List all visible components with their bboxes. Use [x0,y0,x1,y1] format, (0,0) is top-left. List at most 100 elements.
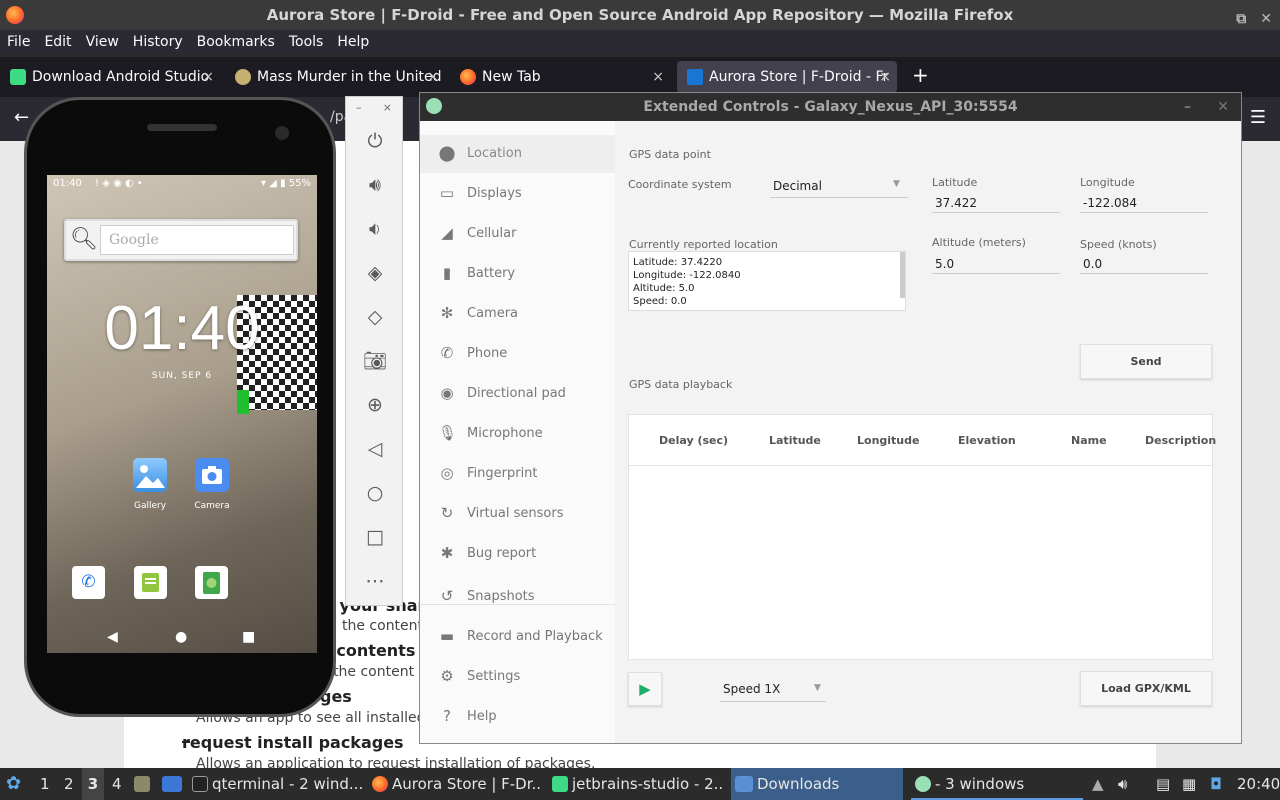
tab-close-icon[interactable]: × [202,61,214,93]
reported-location-box[interactable]: Latitude: 37.4220 Longitude: -122.0840 A… [628,251,906,311]
google-search-field[interactable]: Google [100,225,294,255]
phone-dialer-icon[interactable]: ✆ [72,566,105,599]
tab-close-icon[interactable]: × [879,61,891,93]
nav-back-icon[interactable]: ◀ [107,629,118,645]
camera-app-icon[interactable] [195,458,229,492]
latitude-underline [932,212,1060,213]
back-icon[interactable]: ◁ [363,437,387,461]
menu-tools[interactable]: Tools [289,34,324,50]
sidebar-item-virtual-sensors[interactable]: ↻ Virtual sensors [420,495,615,533]
taskbar-item-firefox[interactable]: Aurora Store | F-Dr... [372,768,542,800]
taskbar-item-label: Downloads [757,775,840,793]
taskbar-item-qterminal[interactable]: qterminal - 2 wind... [192,768,362,800]
power-icon[interactable]: ⏻ [363,129,387,153]
sidebar-item-battery[interactable]: ▮ Battery [420,255,615,293]
update-notifier-icon[interactable]: ◘ [1210,768,1228,800]
sidebar-item-bug-report[interactable]: ✱ Bug report [420,535,615,573]
sidebar-item-cellular[interactable]: ◢ Cellular [420,215,615,253]
taskbar-item-studio[interactable]: jetbrains-studio - 2... [552,768,724,800]
messages-app-icon[interactable] [134,566,167,599]
sidebar-item-label: Microphone [467,426,543,441]
menu-help[interactable]: Help [337,34,369,50]
menu-bookmarks[interactable]: Bookmarks [197,34,275,50]
screenshot-icon[interactable]: 📷︎ [363,349,387,373]
files-launcher-icon[interactable] [134,768,152,800]
nav-home-icon[interactable]: ● [175,629,187,645]
sidebar-item-directional-pad[interactable]: ◉ Directional pad [420,375,615,413]
google-search-widget[interactable]: 🔍︎ Google [64,219,298,261]
playback-speed-select[interactable]: Speed 1X [723,682,780,696]
tab-download-android-studio[interactable]: Download Android Studio × [0,61,220,93]
close-icon[interactable]: ✕ [1217,93,1229,121]
tab-new-tab[interactable]: New Tab × [450,61,670,93]
load-gpx-button[interactable]: Load GPX/KML [1080,671,1212,706]
menu-history[interactable]: History [133,34,183,50]
sidebar-item-fingerprint[interactable]: ◎ Fingerprint [420,455,615,493]
volume-up-icon[interactable]: 🔊︎ [363,173,387,197]
menu-edit[interactable]: Edit [44,34,71,50]
menu-view[interactable]: View [86,34,119,50]
latitude-input[interactable]: 37.422 [935,196,977,210]
wifi-icon: ▾ [260,178,266,189]
menu-file[interactable]: File [7,34,30,50]
start-menu-icon[interactable]: ✿ [6,768,26,800]
sidebar-item-microphone[interactable]: 🎙︎ Microphone [420,415,615,453]
new-tab-button[interactable]: + [912,63,929,87]
status-right: ▾ ◢ ▮ 55% [261,175,311,193]
altitude-input[interactable]: 5.0 [935,257,954,271]
scrollbar[interactable] [900,252,905,298]
volume-down-icon[interactable]: 🔉︎ [363,217,387,241]
taskbar-item-label: jetbrains-studio - 2... [572,775,724,793]
sidebar-item-snapshots[interactable]: ↺ Snapshots [420,578,615,616]
send-button[interactable]: Send [1080,344,1212,379]
home-icon[interactable]: ○ [363,481,387,505]
tab-aurora-store[interactable]: Aurora Store | F-Droid - Fr × [677,61,897,93]
sidebar-item-location[interactable]: ⬤ Location [420,135,615,173]
tray-up-icon[interactable]: ▲ [1092,768,1106,800]
back-arrow-icon[interactable]: ← [14,107,29,128]
overview-icon[interactable]: □ [363,525,387,549]
coordinate-system-select[interactable]: Decimal [773,179,822,193]
sidebar-item-phone[interactable]: ✆ Phone [420,335,615,373]
clipboard-icon[interactable]: ▤ [1156,768,1176,800]
sidebar-item-camera[interactable]: ✻ Camera [420,295,615,333]
workspace-4[interactable]: 4 [112,768,122,800]
rotate-left-icon[interactable]: ◈ [363,261,387,285]
phone-screen[interactable]: 01:40 ! ◈ ◉ ◐ • ▾ ◢ ▮ 55% 🔍︎ Google 01:4… [47,175,317,653]
sidebar-item-displays[interactable]: ▭ Displays [420,175,615,213]
tab-close-icon[interactable]: × [427,61,439,93]
desktop-launcher-icon[interactable] [162,768,184,800]
taskbar-item-emulator[interactable]: - 3 windows [911,768,1083,800]
play-icon: ▶ [639,680,651,698]
longitude-input[interactable]: -122.084 [1083,196,1137,210]
sidebar-item-help[interactable]: ? Help [420,698,615,736]
chevron-down-icon[interactable]: ▼ [814,683,821,693]
speed-input[interactable]: 0.0 [1083,257,1102,271]
reported-line: Altitude: 5.0 [633,283,695,294]
rotate-right-icon[interactable]: ◇ [363,305,387,329]
sidebar-item-record-playback[interactable]: ▬ Record and Playback [420,618,615,656]
android-app-icon[interactable] [195,566,228,599]
workspace-1[interactable]: 1 [40,768,50,800]
gallery-app-icon[interactable] [133,458,167,492]
close-icon[interactable]: × [383,101,392,117]
tab-mass-murder[interactable]: Mass Murder in the United × [225,61,445,93]
volume-icon[interactable]: 🔊︎ [1118,768,1136,800]
taskbar-item-downloads[interactable]: Downloads [731,768,903,800]
gps-playback-table: Delay (sec) Latitude Longitude Elevation… [628,414,1216,660]
hamburger-menu-icon[interactable]: ☰ [1250,107,1266,128]
network-icon[interactable]: ▦ [1182,768,1204,800]
minimize-icon[interactable]: – [1184,93,1191,121]
tab-close-icon[interactable]: × [652,61,664,93]
minimize-icon[interactable]: – [356,101,362,117]
workspace-2[interactable]: 2 [64,768,74,800]
reported-line: Longitude: -122.0840 [633,270,741,281]
chevron-down-icon[interactable]: ▼ [893,179,900,189]
workspace-3[interactable]: 3 [82,768,104,800]
zoom-icon[interactable]: ⊕ [363,393,387,417]
sidebar-item-settings[interactable]: ⚙ Settings [420,658,615,696]
play-button[interactable]: ▶ [628,672,662,706]
column-header-delay: Delay (sec) [659,434,729,447]
nav-recents-icon[interactable]: ■ [242,629,255,645]
more-icon[interactable]: ⋯ [363,569,387,593]
